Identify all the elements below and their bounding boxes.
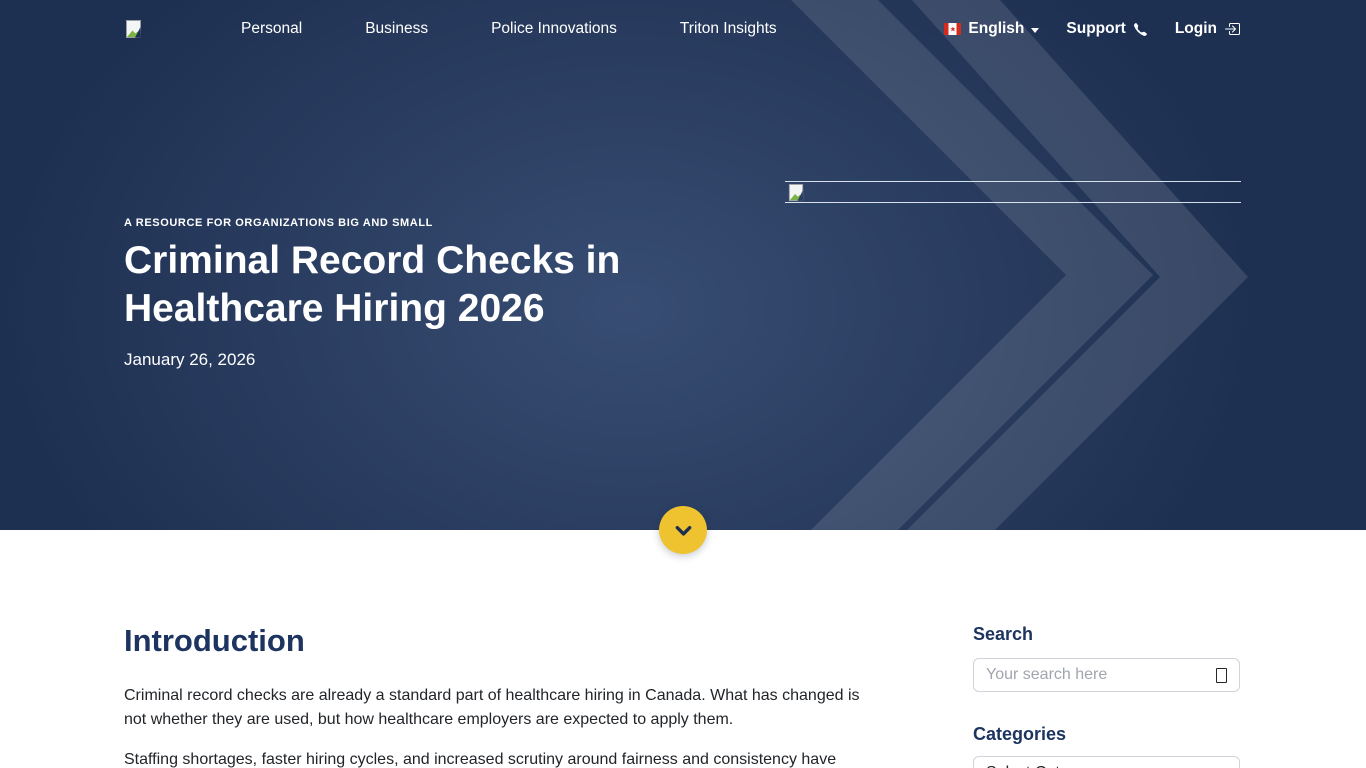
support-link[interactable]: Support xyxy=(1066,20,1147,38)
nav-links: Personal Business Police Innovations Tri… xyxy=(241,20,777,38)
article-date: January 26, 2026 xyxy=(124,350,744,370)
search-glyph-box-icon[interactable] xyxy=(1216,668,1227,683)
broken-image-icon xyxy=(787,183,806,203)
section-heading-introduction: Introduction xyxy=(124,622,865,660)
hero-eyebrow: A RESOURCE FOR ORGANIZATIONS BIG AND SMA… xyxy=(124,216,744,230)
canada-flag-icon xyxy=(944,23,961,35)
hero-copy: A RESOURCE FOR ORGANIZATIONS BIG AND SMA… xyxy=(124,216,744,370)
scroll-down-button[interactable] xyxy=(659,506,707,554)
language-dropdown[interactable]: English xyxy=(944,20,1039,38)
hero-image-placeholder xyxy=(785,181,1241,203)
chevron-down-icon xyxy=(670,517,697,544)
search-heading: Search xyxy=(973,624,1240,644)
phone-icon xyxy=(1133,22,1148,37)
nav-item-personal[interactable]: Personal xyxy=(241,20,302,37)
search-input[interactable] xyxy=(986,666,1216,684)
article-paragraph: Staffing shortages, faster hiring cycles… xyxy=(124,748,865,768)
logo-broken-image-icon[interactable] xyxy=(124,19,144,40)
article-paragraph: Criminal record checks are already a sta… xyxy=(124,684,865,732)
categories-heading: Categories xyxy=(973,724,1240,744)
broken-image-icon xyxy=(124,19,144,40)
article-body: Introduction Criminal record checks are … xyxy=(124,622,865,768)
language-label: English xyxy=(968,20,1024,38)
nav-item-triton-insights[interactable]: Triton Insights xyxy=(680,20,777,37)
search-box xyxy=(973,658,1240,692)
sidebar: Search Categories Select Category xyxy=(973,624,1240,768)
sign-in-icon xyxy=(1224,21,1240,37)
login-link[interactable]: Login xyxy=(1175,20,1240,38)
nav-utilities: English Support Login xyxy=(944,20,1240,38)
support-label: Support xyxy=(1066,20,1125,38)
category-select[interactable]: Select Category xyxy=(973,756,1240,768)
nav-item-business[interactable]: Business xyxy=(365,20,428,37)
login-label: Login xyxy=(1175,20,1217,38)
nav-item-police-innovations[interactable]: Police Innovations xyxy=(491,20,617,37)
category-select-value: Select Category xyxy=(986,764,1100,768)
page-title: Criminal Record Checks in Healthcare Hir… xyxy=(124,237,704,333)
caret-down-icon xyxy=(1031,28,1039,33)
top-navigation: Personal Business Police Innovations Tri… xyxy=(0,0,1366,58)
